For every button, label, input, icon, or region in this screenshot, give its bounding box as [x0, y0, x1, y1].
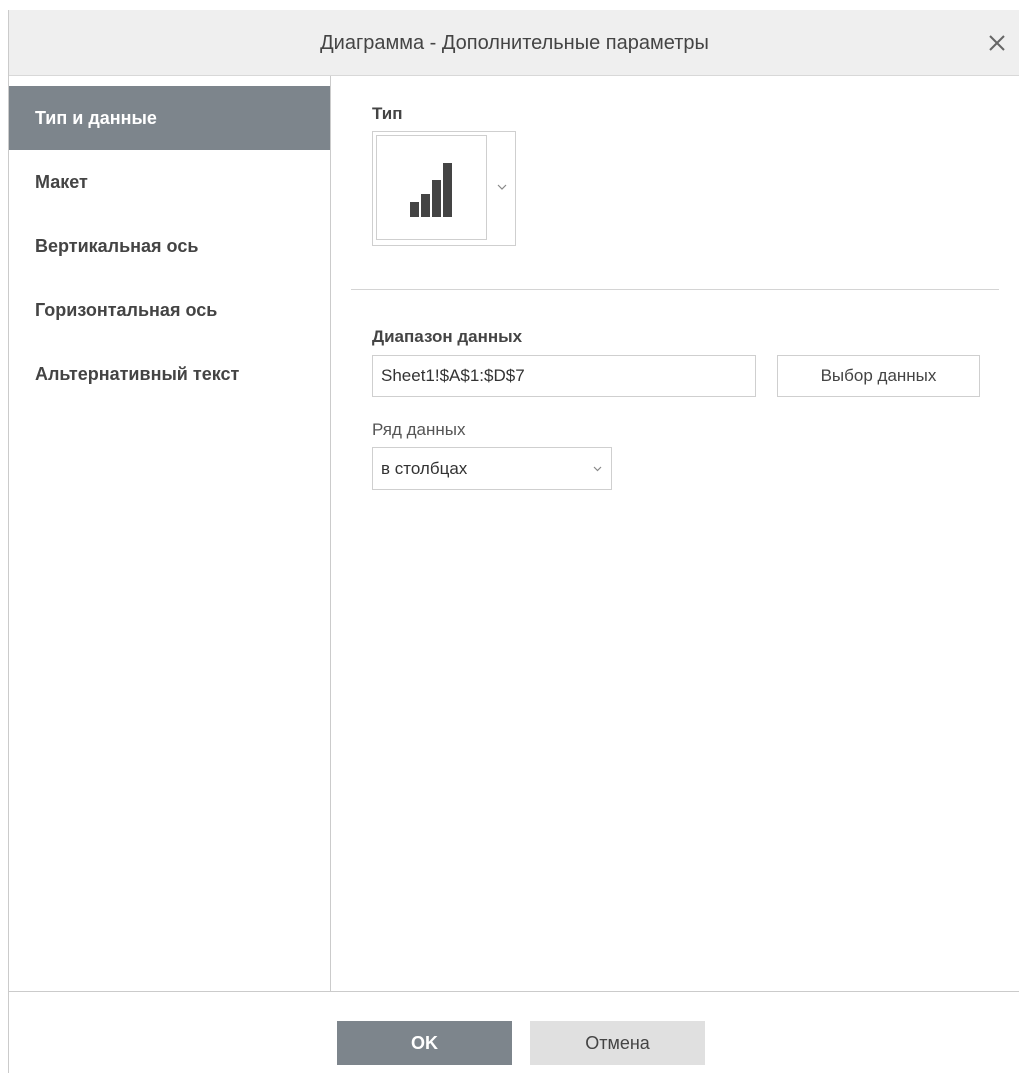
dialog-titlebar: Диаграмма - Дополнительные параметры — [9, 10, 1019, 76]
data-series-label: Ряд данных — [372, 420, 466, 439]
bar-chart-icon — [410, 163, 452, 217]
chevron-down-icon — [497, 184, 507, 190]
dialog-title: Диаграмма - Дополнительные параметры — [320, 32, 709, 54]
data-series-select[interactable]: в столбцах — [372, 447, 612, 490]
divider — [351, 289, 999, 290]
close-icon[interactable] — [982, 28, 1012, 58]
sidebar-item-label: Тип и данные — [35, 108, 157, 128]
settings-panel: Тип Диапазон данных Sheet1!$A$1:$D$7 Выб… — [331, 76, 1019, 991]
ok-button[interactable]: OK — [337, 1021, 512, 1065]
sidebar-item-label: Альтернативный текст — [35, 364, 240, 384]
sidebar-item-label: Вертикальная ось — [35, 236, 199, 256]
sidebar-item-horizontal-axis[interactable]: Горизонтальная ось — [9, 278, 330, 342]
dialog-footer: OK Отмена — [9, 991, 1019, 1073]
sidebar-item-layout[interactable]: Макет — [9, 150, 330, 214]
chevron-down-icon — [593, 466, 602, 472]
sidebar-item-label: Горизонтальная ось — [35, 300, 218, 320]
select-data-button[interactable]: Выбор данных — [777, 355, 980, 397]
cancel-button[interactable]: Отмена — [530, 1021, 705, 1065]
sidebar-item-label: Макет — [35, 172, 88, 192]
type-label: Тип — [372, 104, 403, 123]
data-series-value: в столбцах — [381, 459, 468, 478]
data-range-input[interactable]: Sheet1!$A$1:$D$7 — [372, 355, 756, 397]
chart-type-picker[interactable] — [372, 131, 516, 246]
chart-settings-dialog: Диаграмма - Дополнительные параметры Тип… — [8, 10, 1019, 1073]
sidebar-item-alt-text[interactable]: Альтернативный текст — [9, 342, 330, 406]
data-range-label: Диапазон данных — [372, 327, 523, 346]
sidebar: Тип и данные Макет Вертикальная ось Гори… — [9, 76, 331, 991]
sidebar-item-vertical-axis[interactable]: Вертикальная ось — [9, 214, 330, 278]
chart-type-preview — [376, 135, 487, 240]
sidebar-item-type-and-data[interactable]: Тип и данные — [9, 86, 330, 150]
